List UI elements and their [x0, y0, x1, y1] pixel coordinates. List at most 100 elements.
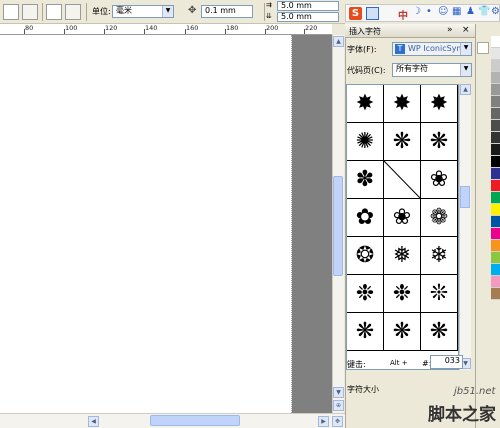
glyph-cell[interactable]: ✿ — [347, 199, 384, 237]
unit-select[interactable]: 毫米 ▼ — [112, 5, 174, 18]
keystroke-label: 键击: — [347, 360, 366, 369]
color-swatch[interactable] — [491, 156, 500, 168]
color-swatch[interactable] — [491, 144, 500, 156]
glyph-cell[interactable]: ❁ — [421, 199, 458, 237]
settings-icon[interactable]: ⚙ — [491, 6, 500, 17]
color-swatch[interactable] — [491, 240, 500, 252]
color-swatch[interactable] — [491, 120, 500, 132]
glyph-cell[interactable]: ❄ — [421, 237, 458, 275]
emoji-icon[interactable]: ☺ — [438, 6, 448, 17]
glyph-cell[interactable]: ✸ — [347, 85, 384, 123]
color-swatch[interactable] — [491, 216, 500, 228]
ime-mode-label[interactable]: 中 — [398, 7, 408, 22]
color-swatch[interactable] — [491, 276, 500, 288]
nudge-value: 0.1 mm — [205, 6, 236, 15]
color-swatch[interactable] — [491, 96, 500, 108]
landscape-button[interactable] — [22, 4, 38, 20]
truetype-icon: T — [395, 44, 405, 54]
glyph-cell[interactable]: ❊ — [421, 275, 458, 313]
collapse-docker-icon[interactable]: » — [447, 25, 453, 35]
glyph-cell[interactable]: ❉ — [384, 275, 421, 313]
codepage-select[interactable]: 所有字符 ▼ — [392, 63, 472, 77]
ruler-tick — [24, 29, 25, 34]
navigator-icon[interactable]: ✥ — [332, 416, 343, 427]
zoom-icon[interactable]: ⊕ — [333, 400, 344, 411]
ime-toggle-button[interactable] — [366, 7, 379, 20]
horizontal-scroll-thumb[interactable] — [150, 415, 240, 426]
toolbar-separator — [42, 3, 43, 21]
property-bar: 单位: 毫米 ▼ ✥ 0.1 mm ⇉ 5.0 mm ⇊ 5.0 mm — [0, 0, 345, 24]
scroll-right-icon[interactable]: ▶ — [318, 416, 329, 427]
drawing-canvas[interactable] — [0, 35, 332, 413]
color-swatch[interactable] — [491, 72, 500, 84]
empty-glyph-cell[interactable] — [384, 160, 421, 199]
glyph-cell[interactable]: ❋ — [384, 123, 421, 161]
glyph-cell[interactable]: ✺ — [347, 123, 384, 161]
glyph-cell[interactable]: ❋ — [421, 123, 458, 161]
current-page-button[interactable] — [65, 4, 81, 20]
color-swatch[interactable] — [491, 60, 500, 72]
ime-toolbar: S 中 ☽ • ☺ ▦ ♟ 👕 ⚙ — [345, 4, 500, 22]
color-swatch[interactable] — [491, 180, 500, 192]
color-swatch[interactable] — [491, 132, 500, 144]
glyph-cell[interactable]: ❋ — [421, 313, 458, 351]
color-swatch[interactable] — [491, 192, 500, 204]
grid-scroll-thumb[interactable] — [460, 186, 470, 208]
char-size-label: 字符大小 — [347, 385, 379, 394]
chevron-down-icon: ▼ — [162, 6, 173, 17]
font-select[interactable]: T WP IconicSymb ▼ — [392, 42, 472, 56]
color-swatch[interactable] — [491, 264, 500, 276]
color-swatch[interactable] — [491, 48, 500, 60]
character-code-input[interactable]: 033 — [430, 355, 463, 369]
moon-icon[interactable]: ☽ — [412, 6, 421, 17]
keyboard-icon[interactable]: ▦ — [452, 6, 461, 17]
alt-label: Alt + — [390, 359, 408, 367]
ruler-label: 200 — [266, 24, 279, 32]
skin-icon[interactable]: 👕 — [478, 6, 490, 17]
docker-tab[interactable] — [477, 42, 489, 54]
color-swatch[interactable] — [491, 252, 500, 264]
scroll-down-icon[interactable]: ▼ — [333, 387, 344, 398]
color-swatch[interactable] — [491, 228, 500, 240]
grid-scrollbar[interactable]: ▲ ▼ — [459, 84, 471, 370]
character-grid[interactable]: ✸ ✸ ✸ ✺ ❋ ❋ ✽ ❀ ✿ ❀ ❁ ❂ ❅ ❄ ❉ ❉ ❊ ❋ ❋ ❋ — [346, 84, 459, 370]
glyph-cell[interactable]: ❀ — [421, 161, 458, 199]
glyph-cell[interactable]: ❋ — [347, 313, 384, 351]
duplicate-y-icon: ⇊ — [266, 12, 272, 20]
portrait-button[interactable] — [3, 4, 19, 20]
glyph-cell[interactable]: ❂ — [347, 237, 384, 275]
ruler-label: 160 — [186, 24, 199, 32]
watermark-domain: jb51.net — [454, 386, 496, 397]
glyph-cell[interactable]: ✽ — [347, 161, 384, 199]
close-icon[interactable]: × — [462, 25, 470, 35]
ruler-tick — [144, 29, 145, 34]
color-swatch[interactable] — [491, 84, 500, 96]
glyph-cell[interactable]: ✸ — [421, 85, 458, 123]
scroll-up-icon[interactable]: ▲ — [460, 84, 471, 95]
scroll-left-icon[interactable]: ◀ — [88, 416, 99, 427]
glyph-cell[interactable]: ❉ — [347, 275, 384, 313]
toolbar-separator — [86, 3, 87, 21]
glyph-cell[interactable]: ❅ — [384, 237, 421, 275]
color-swatch[interactable] — [491, 108, 500, 120]
glyph-cell[interactable]: ✸ — [384, 85, 421, 123]
nudge-distance-input[interactable]: 0.1 mm — [201, 5, 253, 18]
color-swatch[interactable] — [491, 204, 500, 216]
dup-y-value: 5.0 mm — [281, 12, 312, 21]
glyph-cell[interactable]: ❀ — [384, 199, 421, 237]
sogou-logo-icon[interactable]: S — [349, 7, 362, 20]
vertical-scroll-thumb[interactable] — [333, 176, 343, 276]
color-swatch[interactable] — [491, 36, 500, 48]
unit-value: 毫米 — [116, 6, 132, 15]
duplicate-y-input[interactable]: 5.0 mm — [277, 12, 339, 22]
all-pages-button[interactable] — [46, 4, 62, 20]
color-swatch[interactable] — [491, 168, 500, 180]
duplicate-x-input[interactable]: 5.0 mm — [277, 1, 339, 11]
ruler-label: 180 — [226, 24, 239, 32]
scroll-up-icon[interactable]: ▲ — [333, 36, 344, 47]
glyph-cell[interactable]: ❋ — [384, 313, 421, 351]
user-icon[interactable]: ♟ — [466, 6, 475, 17]
ruler-tick — [185, 29, 186, 34]
punctuation-icon[interactable]: • — [426, 6, 432, 17]
color-swatch[interactable] — [491, 288, 500, 300]
